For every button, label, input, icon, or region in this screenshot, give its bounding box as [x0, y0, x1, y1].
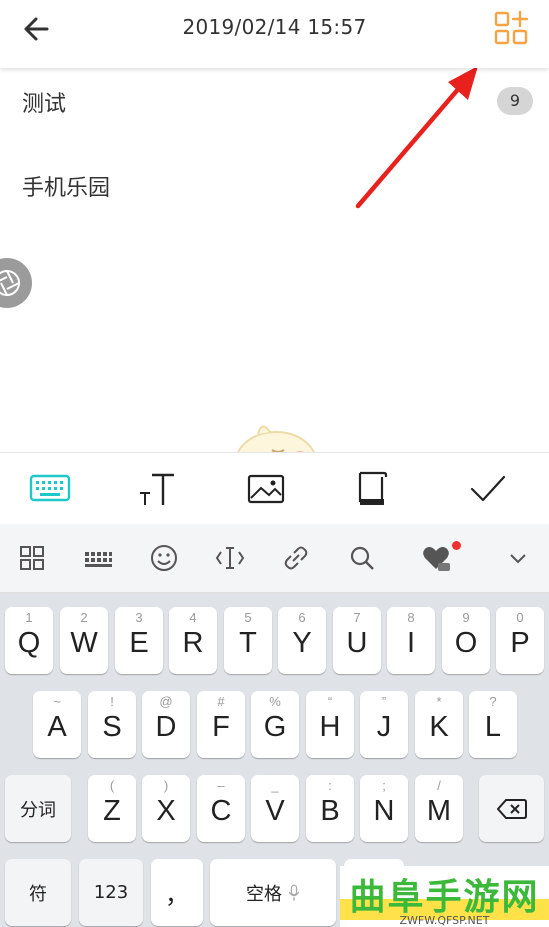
key-e[interactable]: 3E [115, 607, 163, 674]
link-icon[interactable] [280, 542, 312, 574]
note-line-2[interactable]: 手机乐园 [22, 170, 110, 202]
count-badge: 9 [497, 87, 533, 115]
chevron-down-icon[interactable] [502, 542, 534, 574]
key-s[interactable]: ! S [88, 691, 136, 758]
backspace-key[interactable] [479, 775, 544, 842]
microphone-icon [288, 884, 300, 901]
key-g[interactable]: % G [251, 691, 299, 758]
key-q[interactable]: 1Q [5, 607, 53, 674]
search-icon[interactable] [346, 542, 378, 574]
symbol-key[interactable]: 符 [5, 859, 71, 926]
key-j[interactable]: ” J [360, 691, 408, 758]
keyboard-layout-icon[interactable] [82, 542, 114, 574]
key-c[interactable]: – C [197, 775, 245, 842]
soft-keyboard: 1Q 2W 3E 4R 5T 6Y 7U 8I 9O 0P ~ A ! S @ D #… [0, 524, 549, 927]
comma-key[interactable]: ， [151, 859, 203, 926]
key-k[interactable]: * K [415, 691, 463, 758]
top-bar: 2019/02/14 15:57 [0, 0, 549, 68]
space-label: 空格 [246, 883, 282, 905]
space-key[interactable]: 空格 [210, 859, 336, 926]
key-v[interactable]: _ V [251, 775, 299, 842]
cursor-icon[interactable] [214, 542, 246, 574]
number-key[interactable]: 123 [79, 859, 143, 926]
key-n[interactable]: ; N [360, 775, 408, 842]
shutter-icon [0, 270, 20, 296]
key-z[interactable]: (Z [88, 775, 136, 842]
key-p[interactable]: 0P [496, 607, 544, 674]
key-r[interactable]: 4R [169, 607, 217, 674]
key-f[interactable]: # F [197, 691, 245, 758]
image-icon[interactable] [244, 467, 288, 511]
period-key[interactable] [344, 859, 404, 926]
notification-dot [452, 541, 461, 550]
grid-add-icon[interactable] [493, 10, 529, 46]
keyboard-icon[interactable] [28, 467, 72, 511]
note-line-1[interactable]: 测试 [22, 86, 66, 118]
keyboard-toolbar [0, 524, 549, 593]
key-h[interactable]: “H [306, 691, 354, 758]
key-x[interactable]: ) X [142, 775, 190, 842]
notebook-icon[interactable] [350, 467, 394, 511]
key-d[interactable]: @ D [142, 691, 190, 758]
emoji-icon[interactable] [148, 542, 180, 574]
red-annotation-arrow [355, 66, 478, 209]
key-u[interactable]: 7U [333, 607, 381, 674]
text-size-icon[interactable] [136, 467, 180, 511]
key-o[interactable]: 9O [442, 607, 490, 674]
key-t[interactable]: 5T [224, 607, 272, 674]
key-a[interactable]: ~ A [33, 691, 81, 758]
floating-shutter-button[interactable] [0, 258, 32, 308]
key-w[interactable]: 2W [60, 607, 108, 674]
key-m[interactable]: / M [415, 775, 463, 842]
backspace-icon [496, 798, 527, 819]
segment-key[interactable]: 分词 [5, 775, 71, 842]
key-l[interactable]: ? L [469, 691, 517, 758]
key-b[interactable]: :B [306, 775, 354, 842]
apps-grid-icon[interactable] [16, 542, 48, 574]
check-icon[interactable] [466, 467, 510, 511]
key-i[interactable]: 8I [387, 607, 435, 674]
key-y[interactable]: 6Y [278, 607, 326, 674]
heart-ad-icon[interactable] [420, 542, 452, 574]
page-title: 2019/02/14 15:57 [182, 15, 367, 39]
editor-toolbar [0, 452, 549, 525]
